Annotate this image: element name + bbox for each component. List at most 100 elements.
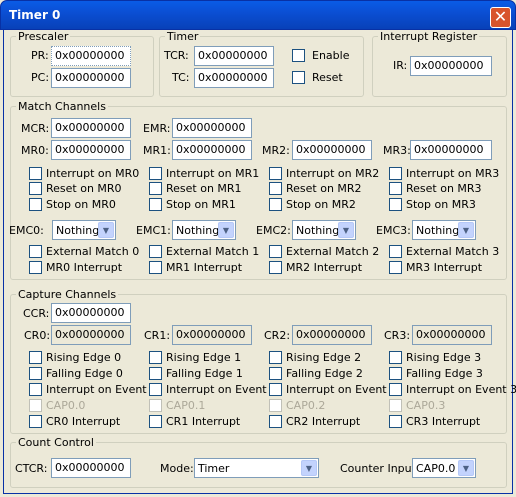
checkbox-label: Interrupt on MR3 bbox=[406, 167, 500, 180]
counter-input-value: CAP0.0 bbox=[416, 462, 456, 475]
checkbox-label: Stop on MR0 bbox=[46, 198, 116, 211]
emc2-label: EMC2: bbox=[256, 224, 291, 237]
mr1-label: MR1: bbox=[143, 144, 171, 157]
cr0-field: 0x00000000 bbox=[51, 325, 131, 345]
emc0-label: EMC0: bbox=[9, 224, 44, 237]
checkbox-label: CR0 Interrupt bbox=[46, 415, 121, 428]
ctcr-field[interactable]: 0x00000000 bbox=[51, 458, 131, 478]
checkbox-box bbox=[389, 245, 402, 258]
chevron-down-icon: ▼ bbox=[218, 222, 234, 238]
checkbox-box bbox=[269, 167, 282, 180]
checkbox-label: Stop on MR2 bbox=[286, 198, 356, 211]
checkbox-label: External Match 2 bbox=[286, 245, 380, 258]
enable-label: Enable bbox=[312, 49, 350, 62]
checkbox-box bbox=[149, 261, 162, 274]
checkbox-label: CAP0.2 bbox=[286, 399, 326, 412]
checkbox-box bbox=[389, 261, 402, 274]
checkbox-box bbox=[389, 167, 402, 180]
checkbox-box bbox=[149, 399, 162, 412]
checkbox-label: MR0 Interrupt bbox=[46, 261, 123, 274]
checkbox-box bbox=[269, 198, 282, 211]
checkbox-box bbox=[149, 245, 162, 258]
checkbox-box bbox=[149, 367, 162, 380]
checkbox-label: Interrupt on Event 2 bbox=[286, 383, 398, 396]
emc3-value: Nothing bbox=[416, 224, 460, 237]
checkbox-box bbox=[389, 383, 402, 396]
mr0-field[interactable]: 0x00000000 bbox=[51, 140, 131, 160]
cr2-label: CR2: bbox=[264, 329, 291, 342]
checkbox-label: MR1 Interrupt bbox=[166, 261, 243, 274]
emr-label: EMR: bbox=[143, 122, 171, 135]
checkbox-label: Rising Edge 1 bbox=[166, 351, 242, 364]
interrupt-register-legend: Interrupt Register bbox=[380, 30, 478, 43]
emc2-select[interactable]: Nothing ▼ bbox=[292, 220, 356, 240]
checkbox-box bbox=[149, 351, 162, 364]
checkbox-box bbox=[269, 415, 282, 428]
checkbox-box bbox=[29, 261, 42, 274]
checkbox-box bbox=[389, 182, 402, 195]
checkbox-box bbox=[29, 415, 42, 428]
ccr-label: CCR: bbox=[23, 307, 50, 320]
title-bar: Timer 0 ✕ bbox=[0, 0, 516, 30]
checkbox-label: Rising Edge 3 bbox=[406, 351, 482, 364]
mr1-field[interactable]: 0x00000000 bbox=[172, 140, 252, 160]
counter-input-select[interactable]: CAP0.0 ▼ bbox=[412, 458, 476, 478]
checkbox-box bbox=[389, 367, 402, 380]
mode-value: Timer bbox=[198, 462, 230, 475]
checkbox-label: Interrupt on Event 3 bbox=[406, 383, 516, 396]
checkbox-label: Falling Edge 3 bbox=[406, 367, 483, 380]
checkbox-label: Reset on MR2 bbox=[286, 182, 362, 195]
emc3-label: EMC3: bbox=[376, 224, 411, 237]
checkbox-label: Stop on MR1 bbox=[166, 198, 236, 211]
tcr-label: TCR: bbox=[164, 49, 189, 62]
checkbox-box bbox=[149, 415, 162, 428]
checkbox-box bbox=[149, 383, 162, 396]
chevron-down-icon: ▼ bbox=[98, 222, 114, 238]
mr2-field[interactable]: 0x00000000 bbox=[292, 140, 372, 160]
checkbox-label: Falling Edge 1 bbox=[166, 367, 243, 380]
checkbox-label: CR1 Interrupt bbox=[166, 415, 241, 428]
emr-field[interactable]: 0x00000000 bbox=[172, 118, 252, 138]
mr2-label: MR2: bbox=[262, 144, 290, 157]
emc1-select[interactable]: Nothing ▼ bbox=[172, 220, 236, 240]
mode-select[interactable]: Timer ▼ bbox=[194, 458, 319, 478]
cr1-field: 0x00000000 bbox=[172, 325, 252, 345]
counter-input-label: Counter Input: bbox=[340, 462, 420, 475]
ir-field[interactable]: 0x00000000 bbox=[410, 56, 492, 76]
mr0-label: MR0: bbox=[21, 144, 49, 157]
checkbox-label: Falling Edge 2 bbox=[286, 367, 363, 380]
checkbox-box bbox=[29, 351, 42, 364]
cr3-field: 0x00000000 bbox=[412, 325, 492, 345]
pc-label: PC: bbox=[31, 71, 50, 84]
checkbox-box bbox=[269, 383, 282, 396]
close-button[interactable]: ✕ bbox=[490, 7, 511, 28]
tc-label: TC: bbox=[172, 71, 190, 84]
timer-legend: Timer bbox=[167, 30, 199, 43]
pc-field[interactable]: 0x00000000 bbox=[51, 68, 131, 88]
checkbox-box bbox=[269, 182, 282, 195]
mr3-field[interactable]: 0x00000000 bbox=[410, 140, 492, 160]
checkbox-label: CAP0.0 bbox=[46, 399, 86, 412]
emc0-select[interactable]: Nothing ▼ bbox=[52, 220, 116, 240]
emc0-value: Nothing bbox=[56, 224, 100, 237]
emc1-label: EMC1: bbox=[136, 224, 171, 237]
prescaler-legend: Prescaler bbox=[18, 30, 69, 43]
mcr-field[interactable]: 0x00000000 bbox=[51, 118, 131, 138]
checkbox-label: External Match 3 bbox=[406, 245, 500, 258]
emc3-select[interactable]: Nothing ▼ bbox=[412, 220, 476, 240]
pr-field[interactable]: 0x00000000 bbox=[51, 46, 131, 66]
checkbox-label: Interrupt on MR0 bbox=[46, 167, 140, 180]
chevron-down-icon: ▼ bbox=[458, 222, 474, 238]
mode-label: Mode: bbox=[160, 462, 194, 475]
checkbox-box bbox=[149, 182, 162, 195]
tc-field[interactable]: 0x00000000 bbox=[194, 68, 274, 88]
checkbox-box bbox=[29, 367, 42, 380]
tcr-field[interactable]: 0x00000000 bbox=[194, 46, 274, 66]
checkbox-box bbox=[149, 198, 162, 211]
checkbox-box bbox=[269, 351, 282, 364]
checkbox-box bbox=[389, 399, 402, 412]
cr0-label: CR0: bbox=[24, 329, 51, 342]
mr3-label: MR3: bbox=[383, 144, 411, 157]
checkbox-box bbox=[29, 198, 42, 211]
ccr-field[interactable]: 0x00000000 bbox=[51, 303, 131, 323]
